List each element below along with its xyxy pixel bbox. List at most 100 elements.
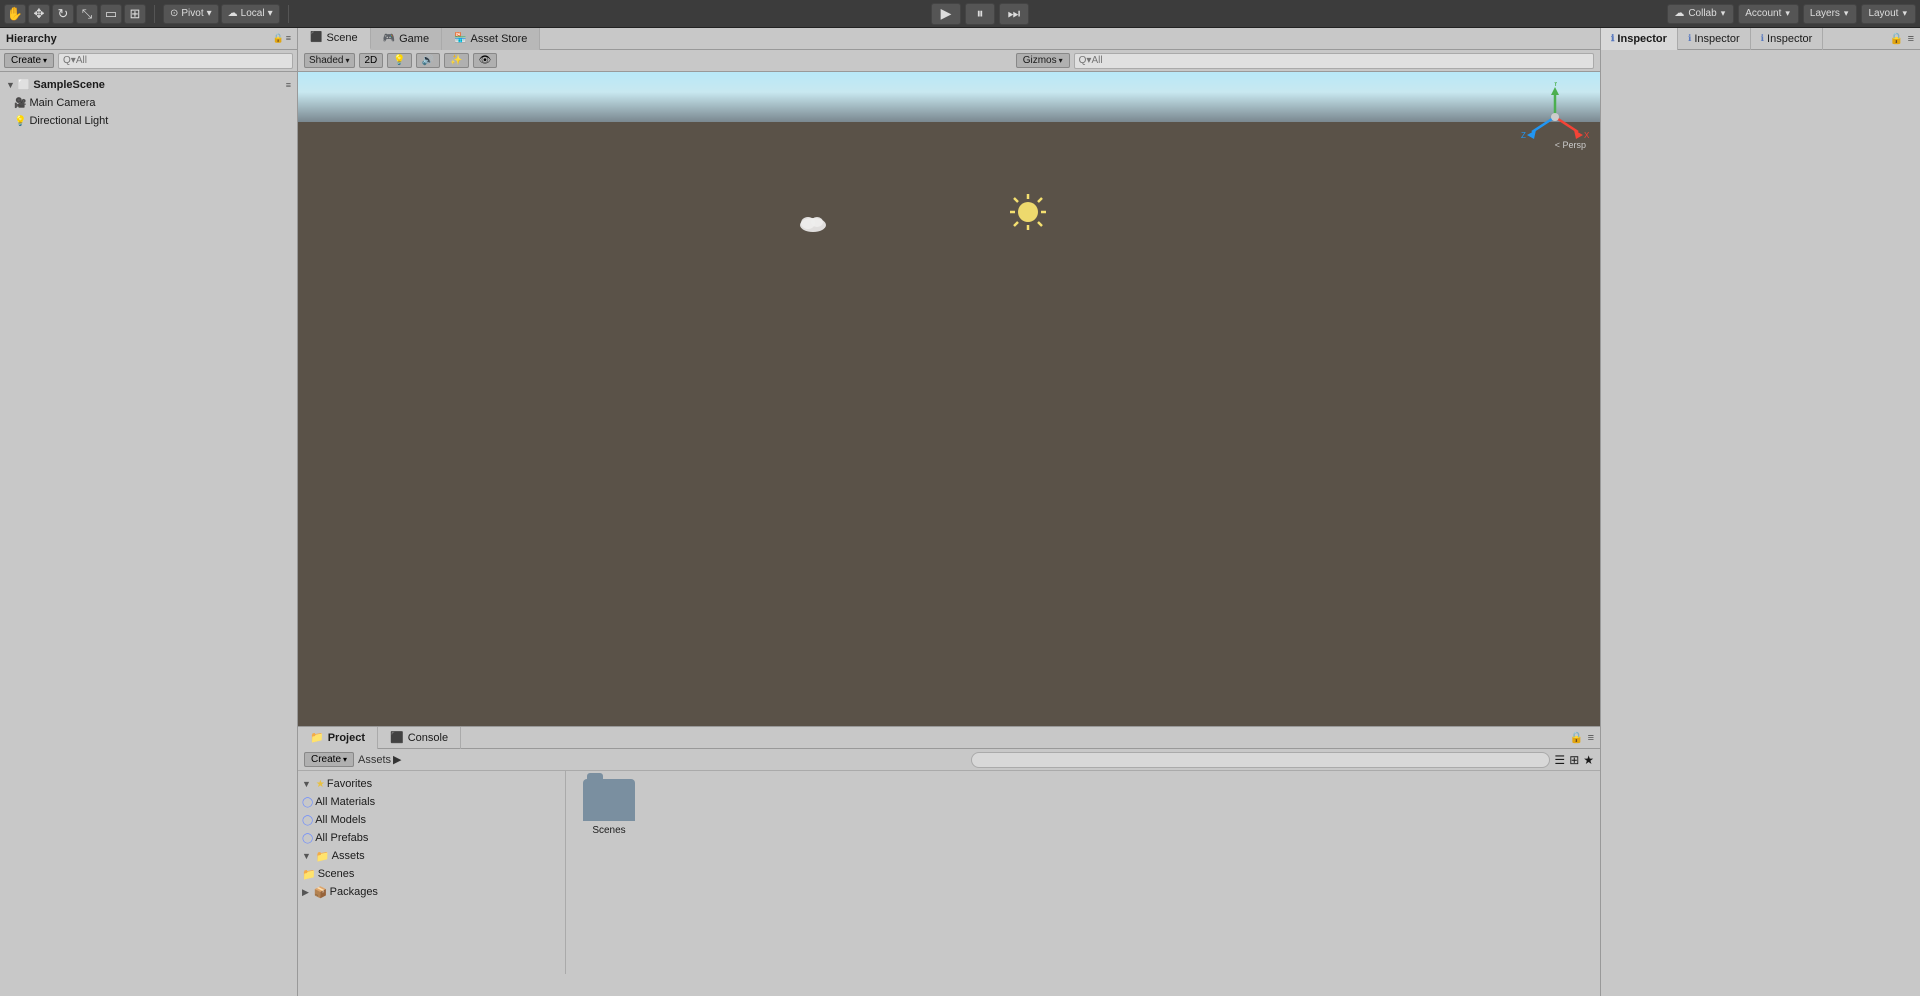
bottom-menu-icon[interactable]: ≡	[1588, 732, 1594, 744]
assets-tree-item[interactable]: ▼ 📁 Assets	[298, 847, 565, 865]
camera-icon: 🎥	[14, 98, 26, 109]
console-tab-icon: ⬛	[390, 731, 404, 744]
pause-button[interactable]: ⏸	[965, 3, 995, 25]
favorites-item[interactable]: ▼ ★ Favorites	[298, 775, 565, 793]
main-area: Hierarchy 🔒 ≡ Create ▼ ⬜ SampleScene ≡ 🎥…	[0, 28, 1920, 996]
tool-move-btn[interactable]: ✥	[28, 4, 50, 24]
svg-text:Y: Y	[1553, 82, 1559, 88]
packages-folder-icon: 📦	[314, 886, 328, 899]
list-view-icon[interactable]: ☰	[1554, 753, 1565, 767]
scene-root[interactable]: ▼ ⬜ SampleScene ≡	[0, 76, 297, 94]
directional-light-label: Directional Light	[29, 115, 108, 127]
light-icon: 💡	[14, 116, 26, 127]
2d-btn[interactable]: 2D	[359, 53, 384, 68]
project-search[interactable]	[971, 752, 1550, 768]
gizmos-btn[interactable]: Gizmos	[1016, 53, 1070, 68]
scene-search[interactable]	[1074, 53, 1594, 69]
inspector-controls: 🔒 ≡	[1890, 32, 1920, 45]
scene-icon: ⬜	[18, 80, 30, 91]
tool-rect-btn[interactable]: ▭	[100, 4, 122, 24]
play-button[interactable]: ▶	[931, 3, 961, 25]
scene-arrow: ▼	[6, 80, 15, 90]
step-button[interactable]: ⏭	[999, 3, 1029, 25]
inspector-1-icon: ℹ	[1611, 33, 1614, 44]
directional-light-item[interactable]: 💡 Directional Light	[0, 112, 297, 130]
shading-dropdown[interactable]: Shaded	[304, 53, 355, 68]
assets-path-arrow: ▶	[393, 753, 401, 766]
project-tree: ▼ ★ Favorites ◯ All Materials ◯ All Mode…	[298, 771, 566, 974]
inspector-2-icon: ℹ	[1688, 33, 1691, 44]
project-create-btn[interactable]: Create	[304, 752, 354, 767]
layers-button[interactable]: Layers	[1803, 4, 1858, 24]
scene-menu: ≡	[286, 80, 291, 90]
inspector-tab-3[interactable]: ℹ Inspector	[1751, 28, 1824, 50]
bottom-panel-controls: 🔒 ≡	[1570, 731, 1600, 744]
filter-icon[interactable]: ★	[1583, 753, 1594, 767]
lighting-btn[interactable]: 💡	[387, 53, 411, 68]
inspector-lock-icon[interactable]: 🔒	[1890, 32, 1904, 45]
playback-controls: ▶ ⏸ ⏭	[297, 3, 1664, 25]
layout-button[interactable]: Layout	[1861, 4, 1916, 24]
tab-project[interactable]: 📁 Project	[298, 727, 378, 749]
hierarchy-toolbar: Create	[0, 50, 297, 72]
inspector-tab-2[interactable]: ℹ Inspector	[1678, 28, 1751, 50]
inspector-panel: ℹ Inspector ℹ Inspector ℹ Inspector 🔒 ≡	[1600, 28, 1920, 996]
fx-btn[interactable]: ✨	[444, 53, 468, 68]
sep1	[154, 5, 155, 23]
hierarchy-content: ▼ ⬜ SampleScene ≡ 🎥 Main Camera 💡 Direct…	[0, 72, 297, 996]
scene-visibility-btn[interactable]: 👁	[473, 53, 498, 68]
scene-tab-icon: ⬛	[310, 32, 322, 43]
all-prefabs-item[interactable]: ◯ All Prefabs	[298, 829, 565, 847]
project-tab-icon: 📁	[310, 731, 324, 744]
grid-view-icon[interactable]: ⊞	[1569, 753, 1579, 767]
assets-arrow: ▼	[302, 851, 311, 861]
assets-path-label: Assets	[358, 754, 391, 766]
inspector-menu-icon[interactable]: ≡	[1908, 33, 1914, 45]
tab-console[interactable]: ⬛ Console	[378, 727, 461, 749]
bottom-header-bar: Create Assets ▶ ☰ ⊞ ★	[298, 749, 1600, 771]
local-button[interactable]: ☁ Local ▾	[221, 4, 280, 24]
asset-store-tab-icon: 🏪	[454, 33, 466, 44]
scenes-folder-label: Scenes	[592, 825, 625, 836]
center-panel: ⬛ Scene 🎮 Game 🏪 Asset Store Shaded 2D 💡…	[298, 28, 1600, 996]
all-materials-item[interactable]: ◯ All Materials	[298, 793, 565, 811]
all-models-icon: ◯	[302, 815, 313, 826]
hierarchy-menu-icon[interactable]: ≡	[286, 33, 291, 44]
game-tab-icon: 🎮	[383, 33, 395, 44]
main-camera-item[interactable]: 🎥 Main Camera	[0, 94, 297, 112]
tool-transform-btn[interactable]: ⊞	[124, 4, 146, 24]
scene-name: SampleScene	[33, 79, 105, 91]
all-models-item[interactable]: ◯ All Models	[298, 811, 565, 829]
all-prefabs-icon: ◯	[302, 833, 313, 844]
scene-sky	[298, 72, 1600, 122]
hierarchy-lock-icon[interactable]: 🔒	[273, 33, 284, 44]
pivot-group: ⊙ Pivot ▾ ☁ Local ▾	[163, 4, 280, 24]
tab-scene[interactable]: ⬛ Scene	[298, 28, 371, 50]
favorites-arrow: ▼	[302, 779, 311, 789]
all-materials-icon: ◯	[302, 797, 313, 808]
favorites-star-icon: ★	[316, 779, 325, 790]
tab-game[interactable]: 🎮 Game	[371, 28, 442, 50]
pivot-button[interactable]: ⊙ Pivot ▾	[163, 4, 219, 24]
tool-scale-btn[interactable]: ⤡	[76, 4, 98, 24]
inspector-tab-1[interactable]: ℹ Inspector	[1601, 28, 1678, 50]
scene-tabs: ⬛ Scene 🎮 Game 🏪 Asset Store	[298, 28, 1600, 50]
scenes-tree-item[interactable]: 📁 Scenes	[298, 865, 565, 883]
audio-btn[interactable]: 🔊	[416, 53, 440, 68]
svg-text:Z: Z	[1521, 131, 1526, 140]
bottom-lock-icon[interactable]: 🔒	[1570, 731, 1584, 744]
tool-hand-btn[interactable]: ✋	[4, 4, 26, 24]
scene-gizmo[interactable]: Y X Z < Persp	[1520, 82, 1590, 152]
toolbar-right: ☁ Collab Account Layers Layout	[1667, 4, 1916, 24]
tab-asset-store[interactable]: 🏪 Asset Store	[442, 28, 540, 50]
local-icon: ☁	[228, 8, 238, 19]
scenes-folder-asset[interactable]: Scenes	[574, 779, 644, 836]
bottom-content: ▼ ★ Favorites ◯ All Materials ◯ All Mode…	[298, 771, 1600, 974]
hierarchy-create-btn[interactable]: Create	[4, 53, 54, 68]
account-button[interactable]: Account	[1738, 4, 1799, 24]
top-toolbar: ✋ ✥ ↻ ⤡ ▭ ⊞ ⊙ Pivot ▾ ☁ Local ▾ ▶ ⏸ ⏭ ☁ …	[0, 0, 1920, 28]
packages-item[interactable]: ▶ 📦 Packages	[298, 883, 565, 901]
collab-button[interactable]: ☁ Collab	[1667, 4, 1734, 24]
tool-rotate-btn[interactable]: ↻	[52, 4, 74, 24]
hierarchy-search[interactable]	[58, 53, 293, 69]
